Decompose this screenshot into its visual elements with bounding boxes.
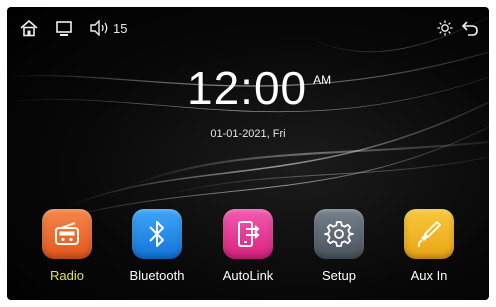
head-unit-screen: 15 12:00 AM 01-01-2021, Fri Radio Blueto…: [7, 7, 489, 300]
clock-date: 01-01-2021, Fri: [210, 128, 286, 140]
speaker-icon: [90, 20, 108, 36]
clock-time: 12:00: [187, 62, 308, 114]
app-aux-in[interactable]: Aux In: [384, 209, 474, 283]
app-label-aux-in: Aux In: [410, 268, 448, 283]
status-bar-right: [437, 17, 479, 39]
clock-ampm: AM: [313, 73, 332, 87]
back-arrow-icon[interactable]: [461, 20, 479, 36]
app-label-autolink: AutoLink: [222, 268, 274, 283]
radio-icon: [55, 222, 79, 245]
autolink-phone-icon: [238, 221, 260, 247]
monitor-icon[interactable]: [55, 20, 73, 37]
brightness-icon[interactable]: [437, 20, 453, 36]
clock: 12:00 AM: [187, 65, 331, 111]
app-bluetooth[interactable]: Bluetooth: [112, 209, 202, 283]
home-icon[interactable]: [19, 19, 39, 37]
aux-cable-icon: [417, 221, 441, 248]
volume-level: 15: [113, 20, 128, 36]
bluetooth-icon: [149, 221, 164, 247]
app-autolink[interactable]: AutoLink: [203, 209, 293, 283]
app-setup[interactable]: Setup: [294, 209, 384, 283]
app-label-bluetooth: Bluetooth: [129, 268, 185, 283]
aux-in-tile[interactable]: [404, 209, 454, 259]
app-radio[interactable]: Radio: [22, 209, 112, 283]
volume-control[interactable]: 15: [89, 20, 127, 36]
app-label-radio: Radio: [50, 268, 84, 283]
autolink-tile[interactable]: [223, 209, 273, 259]
setup-tile[interactable]: [314, 209, 364, 259]
status-bar-left: 15: [19, 17, 127, 39]
app-label-setup: Setup: [322, 268, 356, 283]
radio-tile[interactable]: [42, 209, 92, 259]
bluetooth-tile[interactable]: [132, 209, 182, 259]
gear-icon: [324, 221, 354, 247]
app-dock: Radio Bluetooth AutoLink Setup Aux In: [7, 209, 489, 289]
